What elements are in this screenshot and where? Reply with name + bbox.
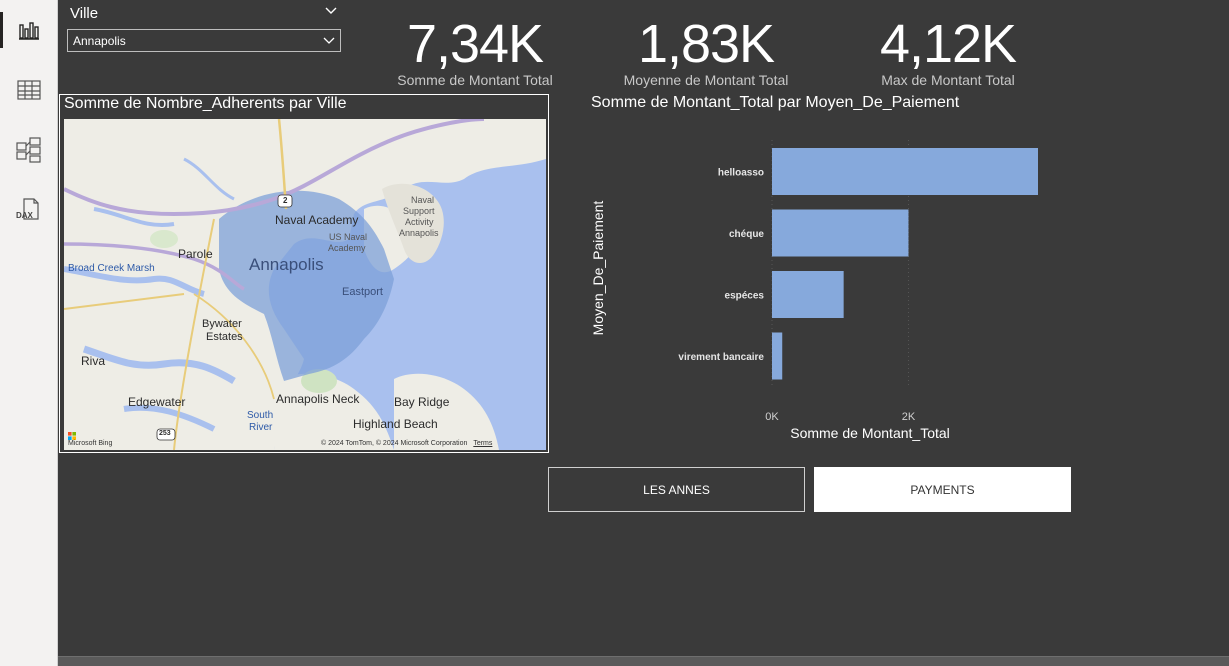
map-copyright: © 2024 TomTom, © 2024 Microsoft Corporat… <box>321 440 492 447</box>
x-tick-label: 2K <box>902 411 916 423</box>
map-place-label: South <box>247 410 274 421</box>
bar-virement-bancaire[interactable] <box>772 332 783 380</box>
kpi-value: 7,34K <box>406 14 544 74</box>
bing-logo: Microsoft Bing <box>68 432 112 447</box>
map-place-label: Edgewater <box>128 395 186 409</box>
map-area[interactable]: 2 253 Naval Academy Naval Support Activi… <box>64 119 546 450</box>
model-view-button[interactable] <box>0 124 58 176</box>
bar-helloasso[interactable] <box>772 148 1038 195</box>
model-icon <box>16 137 41 163</box>
bing-label: Microsoft Bing <box>68 440 113 447</box>
terms-link[interactable]: Terms <box>473 440 492 447</box>
map-place-label: Highland Beach <box>353 417 438 431</box>
y-tick-label: chéque <box>729 229 764 240</box>
kpi-card-somme: 7,34K Somme de Montant Total <box>375 14 575 88</box>
map-place-label: Annapolis Neck <box>276 392 360 406</box>
svg-text:DAX: DAX <box>16 211 34 220</box>
map-place-label: Annapolis <box>249 255 324 274</box>
kpi-value: 1,83K <box>637 14 775 74</box>
kpi-label: Moyenne de Montant Total <box>623 72 789 88</box>
slicer-title: Ville <box>70 5 99 22</box>
ville-dropdown[interactable]: Annapolis <box>67 29 341 52</box>
chevron-down-icon <box>323 37 335 44</box>
report-canvas: Ville Annapolis 7,34K Somme de Montant T… <box>58 0 1229 656</box>
map-place-label: US Naval <box>329 232 368 242</box>
report-view-button[interactable] <box>0 4 58 56</box>
map-place-label: Activity <box>405 217 434 227</box>
kpi-value: 4,12K <box>879 14 1017 74</box>
map-place-label: Riva <box>81 354 106 368</box>
kpi-label: Somme de Montant Total <box>397 72 553 88</box>
map-place-label: Bywater <box>202 318 242 330</box>
bar-chart[interactable]: Moyen_De_Paiement Somme de Montant_Total… <box>578 118 1038 448</box>
kpi-label: Max de Montant Total <box>881 72 1015 88</box>
map-title: Somme de Nombre_Adherents par Ville <box>64 95 347 112</box>
map-place-label: Support <box>403 206 435 216</box>
map-place-label: Academy <box>328 243 366 253</box>
y-tick-label: espéces <box>725 291 765 302</box>
bar-espéces[interactable] <box>772 271 844 318</box>
map-place-label: Broad Creek Marsh <box>68 263 155 274</box>
x-axis-title: Somme de Montant_Total <box>790 425 950 441</box>
map-visual[interactable]: Somme de Nombre_Adherents par Ville 2 25… <box>59 94 549 453</box>
map-place-label: Naval <box>411 195 435 205</box>
route-shield-label: 2 <box>283 196 288 205</box>
kpi-card-moyenne: 1,83K Moyenne de Montant Total <box>606 14 806 88</box>
chevron-down-icon[interactable] <box>324 4 338 18</box>
route-shield-label: 253 <box>159 430 171 437</box>
map-place-label: Eastport <box>342 286 383 298</box>
table-icon <box>17 80 41 100</box>
map-place-label: Annapolis <box>399 228 439 238</box>
kpi-card-max: 4,12K Max de Montant Total <box>848 14 1048 88</box>
map-place-label: River <box>249 422 273 433</box>
dax-query-button[interactable]: DAX <box>0 184 58 236</box>
ville-dropdown-value: Annapolis <box>73 33 126 48</box>
map-place-label: Estates <box>206 331 243 343</box>
copyright-text: © 2024 TomTom, © 2024 Microsoft Corporat… <box>321 440 468 447</box>
bottom-scroll-bar[interactable] <box>58 656 1229 666</box>
y-tick-label: helloasso <box>718 168 764 179</box>
y-tick-label: virement bancaire <box>678 352 764 363</box>
left-nav-rail: DAX <box>0 0 58 666</box>
table-view-button[interactable] <box>0 64 58 116</box>
les-annes-button[interactable]: LES ANNES <box>548 467 805 512</box>
x-tick-label: 0K <box>765 411 779 423</box>
y-axis-title: Moyen_De_Paiement <box>590 201 606 336</box>
bar-chart-title: Somme de Montant_Total par Moyen_De_Paie… <box>591 94 960 111</box>
map-place-label: Naval Academy <box>275 213 359 227</box>
dax-icon: DAX <box>16 198 39 220</box>
map-place-label: Bay Ridge <box>394 395 450 409</box>
map-place-label: Parole <box>178 247 213 261</box>
payments-button[interactable]: PAYMENTS <box>814 467 1071 512</box>
microsoft-logo-icon <box>68 432 76 440</box>
bar-chart-icon <box>19 22 39 40</box>
bar-chéque[interactable] <box>772 209 909 257</box>
